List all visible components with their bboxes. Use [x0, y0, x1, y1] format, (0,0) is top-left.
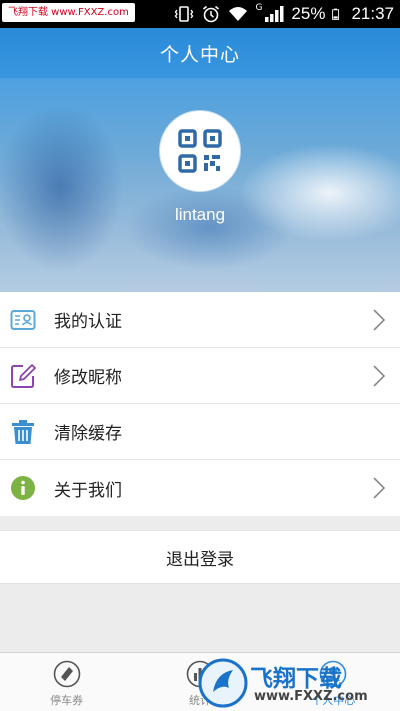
watermark-logo-text: 飞翔下载 — [250, 666, 342, 692]
watermark-logo-icon — [198, 658, 248, 708]
alarm-icon — [203, 5, 220, 23]
menu-item-clear-cache[interactable]: 清除缓存 — [0, 404, 400, 460]
chevron-right-icon — [373, 309, 386, 331]
vibrate-icon — [175, 6, 194, 22]
watermark-label: 飞翔下载 www.FXXZ.com — [2, 3, 135, 22]
chevron-right-icon — [373, 477, 386, 499]
clock: 21:37 — [351, 4, 394, 23]
battery-percent: 25% — [291, 4, 326, 23]
settings-menu: 我的认证 修改昵称 清除缓存 关于我们 — [0, 292, 400, 516]
menu-item-certification[interactable]: 我的认证 — [0, 292, 400, 348]
profile-header: 个人中心 lintang — [0, 28, 400, 292]
battery-icon — [332, 8, 340, 20]
status-icons: G 25% 21:37 — [174, 0, 394, 28]
ticket-icon — [53, 660, 80, 688]
menu-item-label: 修改昵称 — [54, 368, 122, 388]
qr-code-icon — [178, 129, 222, 173]
avatar[interactable] — [160, 111, 240, 191]
signal-icon — [265, 6, 284, 22]
username: lintang — [174, 205, 226, 224]
menu-item-label: 我的认证 — [54, 312, 122, 332]
menu-item-label: 清除缓存 — [54, 424, 122, 444]
network-type: G — [255, 3, 263, 13]
menu-item-edit-nickname[interactable]: 修改昵称 — [0, 348, 400, 404]
logout-label: 退出登录 — [166, 549, 234, 570]
logout-button[interactable]: 退出登录 — [0, 530, 400, 584]
page-title: 个人中心 — [159, 43, 240, 66]
watermark-logo-url: www.FXXZ.com — [254, 689, 368, 704]
edit-icon — [11, 364, 36, 388]
watermark-logo: 飞翔下载 www.FXXZ.com — [198, 656, 394, 710]
wifi-icon — [229, 7, 248, 21]
tab-parking-coupon[interactable]: 停车券 — [0, 653, 133, 711]
status-bar: 飞翔下载 www.FXXZ.com G 25% 21:37 — [0, 0, 400, 28]
menu-item-about-us[interactable]: 关于我们 — [0, 460, 400, 516]
info-icon — [11, 476, 35, 500]
title-bar: 个人中心 — [0, 28, 400, 78]
menu-item-label: 关于我们 — [54, 480, 122, 501]
tab-label: 停车券 — [50, 694, 84, 707]
trash-icon — [12, 420, 34, 444]
chevron-right-icon — [373, 365, 386, 387]
id-card-icon — [10, 310, 36, 330]
